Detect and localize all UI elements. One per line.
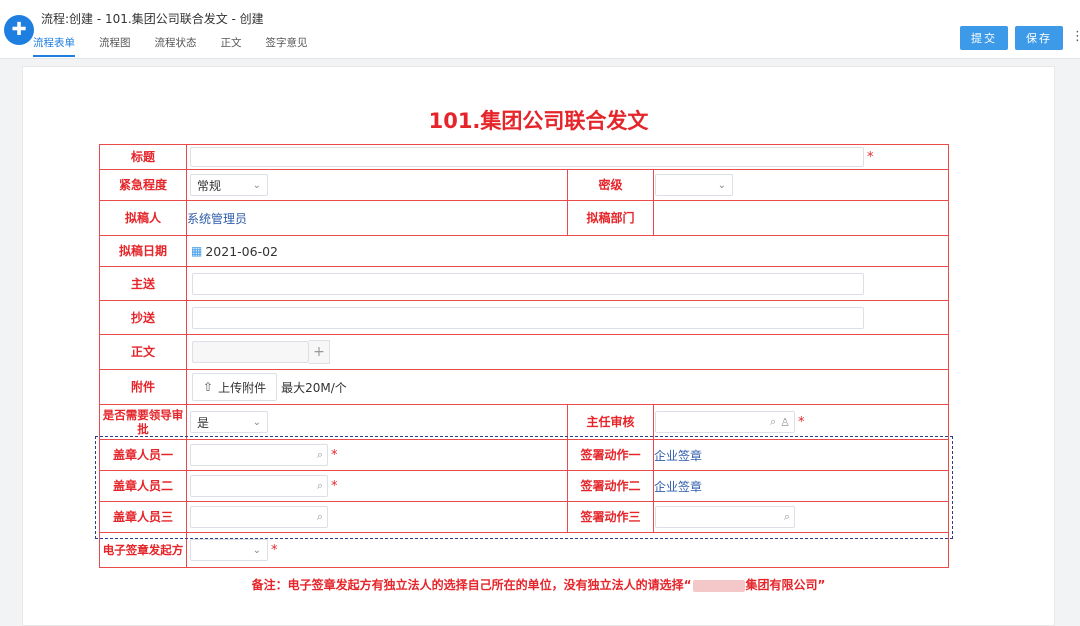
label-draft-date: 拟稿日期 — [99, 235, 187, 267]
secrecy-select[interactable]: ⌄ — [655, 174, 733, 196]
label-director-review: 主任审核 — [567, 404, 654, 440]
label-stamp-person-3: 盖章人员三 — [99, 501, 187, 533]
main-to-input[interactable] — [192, 272, 864, 295]
label-draft-dept: 拟稿部门 — [567, 200, 654, 236]
tab-flow-status[interactable]: 流程状态 — [155, 35, 197, 57]
tab-sign-opinion[interactable]: 签字意见 — [266, 35, 308, 57]
esign-initiator-select[interactable]: ⌄ — [190, 539, 268, 561]
submit-button[interactable]: 提交 — [960, 26, 1008, 50]
tab-form[interactable]: 流程表单 — [33, 35, 75, 57]
label-action-1: 签署动作一 — [567, 439, 654, 471]
search-icon[interactable]: ⌕ — [784, 510, 790, 524]
need-leader-select[interactable]: 是 ⌄ — [190, 411, 268, 433]
label-esign-initiator: 电子签章发起方 — [99, 532, 187, 568]
draft-date-value[interactable]: 2021-06-02 — [205, 244, 278, 259]
upload-icon: ⇧ — [203, 380, 214, 394]
body-file-input[interactable] — [192, 341, 309, 363]
label-stamp-person-1: 盖章人员一 — [99, 439, 187, 471]
subject-input[interactable] — [190, 147, 864, 167]
stamp-person-1-input[interactable]: ⌕ — [190, 444, 328, 466]
chevron-down-icon: ⌄ — [717, 179, 726, 191]
label-action-2: 签署动作二 — [567, 470, 654, 502]
action-1-value[interactable]: 企业签章 — [654, 447, 702, 464]
upload-label: 上传附件 — [218, 380, 267, 395]
save-button[interactable]: 保存 — [1015, 26, 1063, 50]
label-attachment: 附件 — [99, 369, 187, 405]
label-body: 正文 — [99, 334, 187, 370]
need-leader-value: 是 — [197, 415, 210, 430]
app-logo-icon: ✚ — [4, 15, 34, 45]
required-mark: * — [331, 447, 338, 463]
chevron-down-icon: ⌄ — [252, 416, 261, 428]
label-main-to: 主送 — [99, 266, 187, 301]
top-bar: ✚ 流程:创建 - 101.集团公司联合发文 - 创建 流程表单 流程图 流程状… — [0, 0, 1080, 59]
tab-body-text[interactable]: 正文 — [221, 35, 242, 57]
drafter-value[interactable]: 系统管理员 — [187, 210, 247, 227]
redacted-block — [692, 579, 745, 592]
window-title: 流程:创建 - 101.集团公司联合发文 - 创建 — [41, 12, 264, 26]
label-need-leader: 是否需要领导审批 — [99, 404, 187, 440]
form-panel: 101.集团公司联合发文 标题 * 紧急程度 常规 ⌄ 密级 ⌄ 拟稿人 系统管… — [22, 66, 1055, 626]
label-drafter: 拟稿人 — [99, 200, 187, 236]
remark-note-prefix: 备注：电子签章发起方有独立法人的选择自己所在的单位，没有独立法人的请选择“ — [251, 578, 692, 592]
form-table: 标题 * 紧急程度 常规 ⌄ 密级 ⌄ 拟稿人 系统管理员 拟稿部门 拟稿日期 … — [99, 144, 950, 568]
required-mark: * — [798, 414, 805, 430]
user-picker-icon[interactable]: ♙ — [780, 416, 790, 429]
add-body-button[interactable]: + — [309, 340, 330, 364]
remark-note: 备注：电子签章发起方有独立法人的选择自己所在的单位，没有独立法人的请选择“ 集团有… — [23, 576, 1054, 593]
search-icon[interactable]: ⌕ — [317, 479, 323, 493]
chevron-down-icon: ⌄ — [252, 179, 261, 191]
required-mark: * — [867, 149, 874, 165]
chevron-down-icon: ⌄ — [252, 544, 261, 556]
label-subject: 标题 — [99, 144, 187, 170]
calendar-icon[interactable]: ▦ — [191, 244, 202, 258]
required-mark: * — [271, 542, 278, 558]
upload-attachment-button[interactable]: ⇧ 上传附件 — [192, 373, 278, 401]
action-3-input[interactable]: ⌕ — [655, 506, 795, 528]
stamp-person-2-input[interactable]: ⌕ — [190, 475, 328, 497]
label-stamp-person-2: 盖章人员二 — [99, 470, 187, 502]
search-icon[interactable]: ⌕ — [317, 448, 323, 462]
cc-to-input[interactable] — [192, 306, 864, 329]
label-cc-to: 抄送 — [99, 300, 187, 335]
action-2-value[interactable]: 企业签章 — [654, 478, 702, 495]
label-urgency: 紧急程度 — [99, 169, 187, 201]
remark-note-suffix: 集团有限公司” — [745, 578, 826, 592]
more-menu-icon[interactable]: ⋮ — [1071, 30, 1080, 44]
upload-limit-text: 最大20M/个 — [281, 380, 347, 395]
label-secrecy: 密级 — [567, 169, 654, 201]
urgency-value: 常规 — [197, 178, 222, 193]
tab-flow-chart[interactable]: 流程图 — [99, 35, 131, 57]
stamp-person-3-input[interactable]: ⌕ — [190, 506, 328, 528]
search-icon[interactable]: ⌕ — [317, 510, 323, 524]
search-icon[interactable]: ⌕ — [770, 415, 776, 429]
form-title: 101.集团公司联合发文 — [428, 109, 649, 133]
label-action-3: 签署动作三 — [567, 501, 654, 533]
required-mark: * — [331, 478, 338, 494]
tab-bar: 流程表单 流程图 流程状态 正文 签字意见 — [33, 35, 332, 57]
urgency-select[interactable]: 常规 ⌄ — [190, 174, 268, 196]
director-review-input[interactable]: ⌕ ♙ — [655, 411, 795, 433]
